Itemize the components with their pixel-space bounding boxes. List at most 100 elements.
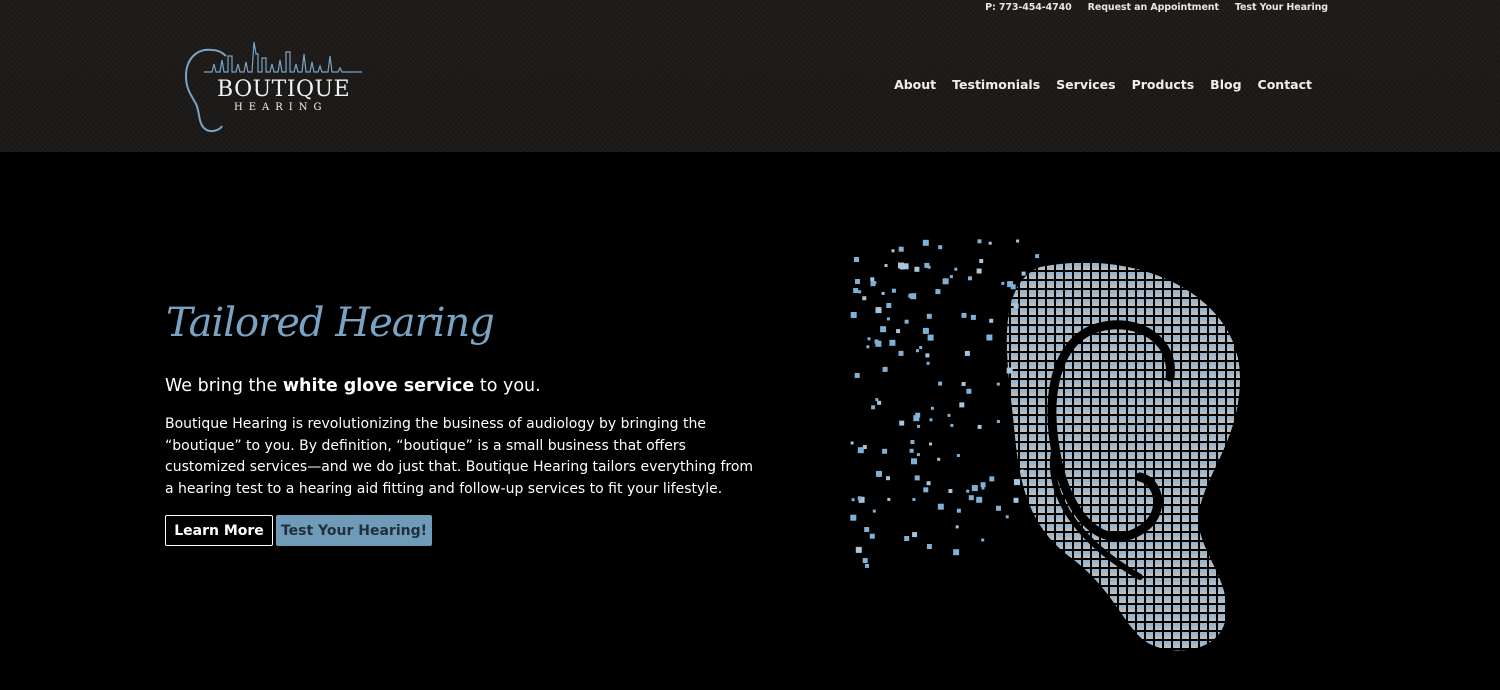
scatter-pixel [851, 498, 855, 502]
scatter-pixel [877, 400, 882, 405]
scatter-pixel [866, 345, 870, 349]
scatter-pixel [857, 447, 864, 454]
scatter-pixel [886, 317, 890, 321]
scatter-pixel [853, 288, 859, 293]
scatter-pixel [871, 405, 876, 410]
nav-item-products[interactable]: Products [1132, 77, 1195, 92]
test-your-hearing-button[interactable]: Test Your Hearing! [276, 515, 432, 546]
scatter-pixel [1013, 497, 1019, 503]
scatter-pixel [977, 239, 982, 244]
scatter-pixel [996, 420, 1000, 423]
scatter-pixel [948, 489, 953, 493]
scatter-pixel [971, 485, 978, 492]
scatter-pixel [870, 277, 875, 282]
scatter-pixel [989, 318, 994, 323]
test-your-hearing-link[interactable]: Test Your Hearing [1235, 2, 1328, 13]
site-header: P: 773-454-4740 Request an Appointment T… [0, 0, 1500, 152]
scatter-pixel [864, 527, 870, 532]
scatter-pixel [961, 382, 966, 386]
scatter-pixel [898, 246, 904, 252]
phone-number[interactable]: P: 773-454-4740 [985, 2, 1072, 13]
scatter-pixel [898, 350, 904, 356]
scatter-pixel [926, 544, 932, 549]
scatter-pixel [1005, 515, 1009, 519]
scatter-pixel [937, 503, 944, 510]
scatter-pixel [917, 424, 921, 428]
nav-item-services[interactable]: Services [1056, 77, 1115, 92]
scatter-pixel [875, 398, 879, 402]
scatter-pixel [857, 496, 862, 501]
scatter-pixel [927, 334, 934, 341]
scatter-pixel [850, 441, 854, 445]
scatter-pixel [916, 453, 920, 457]
scatter-pixel [1006, 367, 1013, 374]
hero-script-title: Tailored Hearing [166, 300, 495, 346]
scatter-pixel [862, 296, 867, 301]
scatter-pixel [912, 498, 916, 501]
scatter-pixel [891, 288, 896, 293]
scatter-pixel [954, 267, 958, 271]
scatter-pixel [953, 549, 960, 556]
nav-item-contact[interactable]: Contact [1258, 77, 1312, 92]
scatter-pixel [949, 275, 953, 279]
learn-more-button[interactable]: Learn More [165, 515, 273, 546]
hero-tagline: We bring the white glove service to you. [165, 376, 541, 396]
scatter-pixel [886, 303, 892, 308]
request-appointment-link[interactable]: Request an Appointment [1088, 2, 1219, 13]
scatter-pixel [986, 334, 993, 341]
nav-item-blog[interactable]: Blog [1210, 77, 1241, 92]
page: P: 773-454-4740 Request an Appointment T… [0, 0, 1500, 690]
scatter-pixel [955, 525, 959, 529]
site-logo[interactable]: BOUTIQUE HEARING [182, 34, 367, 134]
scatter-pixel [968, 495, 974, 501]
scatter-pixel [1011, 299, 1016, 304]
logo-subtitle: HEARING [234, 102, 328, 113]
scatter-pixel [956, 454, 960, 457]
scatter-pixel [899, 420, 905, 426]
scatter-pixel [977, 424, 982, 429]
hero-section: Tailored Hearing We bring the white glov… [0, 152, 1500, 690]
scatter-pixel [882, 366, 888, 372]
nav-item-testimonials[interactable]: Testimonials [952, 77, 1040, 92]
scatter-pixel [988, 241, 992, 245]
scatter-pixel [937, 457, 941, 461]
scatter-pixel [1013, 303, 1019, 309]
tagline-pre: We bring the [165, 376, 283, 396]
scatter-pixel [929, 418, 933, 422]
scatter-pixel [915, 412, 921, 418]
scatter-pixel [938, 245, 943, 250]
scatter-pixel [875, 307, 882, 314]
scatter-pixel [916, 349, 919, 353]
scatter-pixel [980, 482, 986, 488]
scatter-pixel [1035, 254, 1040, 259]
scatter-pixel [1016, 239, 1020, 243]
pixelated-ear-icon [850, 239, 1240, 651]
scatter-pixel [996, 382, 1000, 386]
scatter-pixel [898, 262, 904, 269]
scatter-pixel [968, 276, 972, 281]
scatter-pixel [858, 290, 862, 294]
scatter-pixel [970, 314, 976, 320]
scatter-pixel [881, 291, 885, 295]
scatter-pixel [904, 536, 910, 541]
scatter-pixel [891, 249, 895, 253]
scatter-pixel [889, 339, 896, 346]
scatter-pixel [926, 361, 930, 365]
scatter-pixel [850, 312, 857, 318]
nav-item-about[interactable]: About [894, 77, 936, 92]
scatter-pixel [867, 337, 871, 341]
scatter-pixel [865, 563, 869, 568]
scatter-pixel [882, 448, 888, 454]
scatter-pixel [929, 442, 932, 446]
scatter-pixel [989, 476, 995, 482]
scatter-pixel [880, 326, 887, 333]
scatter-pixel [914, 266, 920, 272]
scatter-pixel [966, 489, 970, 493]
scatter-pixel [855, 279, 860, 284]
top-bar: P: 773-454-4740 Request an Appointment T… [985, 2, 1328, 13]
scatter-pixel [896, 329, 901, 334]
logo-wordmark: BOUTIQUE [217, 77, 351, 102]
scatter-pixel [935, 289, 941, 295]
scatter-pixel [979, 259, 984, 263]
scatter-pixel [930, 406, 934, 410]
